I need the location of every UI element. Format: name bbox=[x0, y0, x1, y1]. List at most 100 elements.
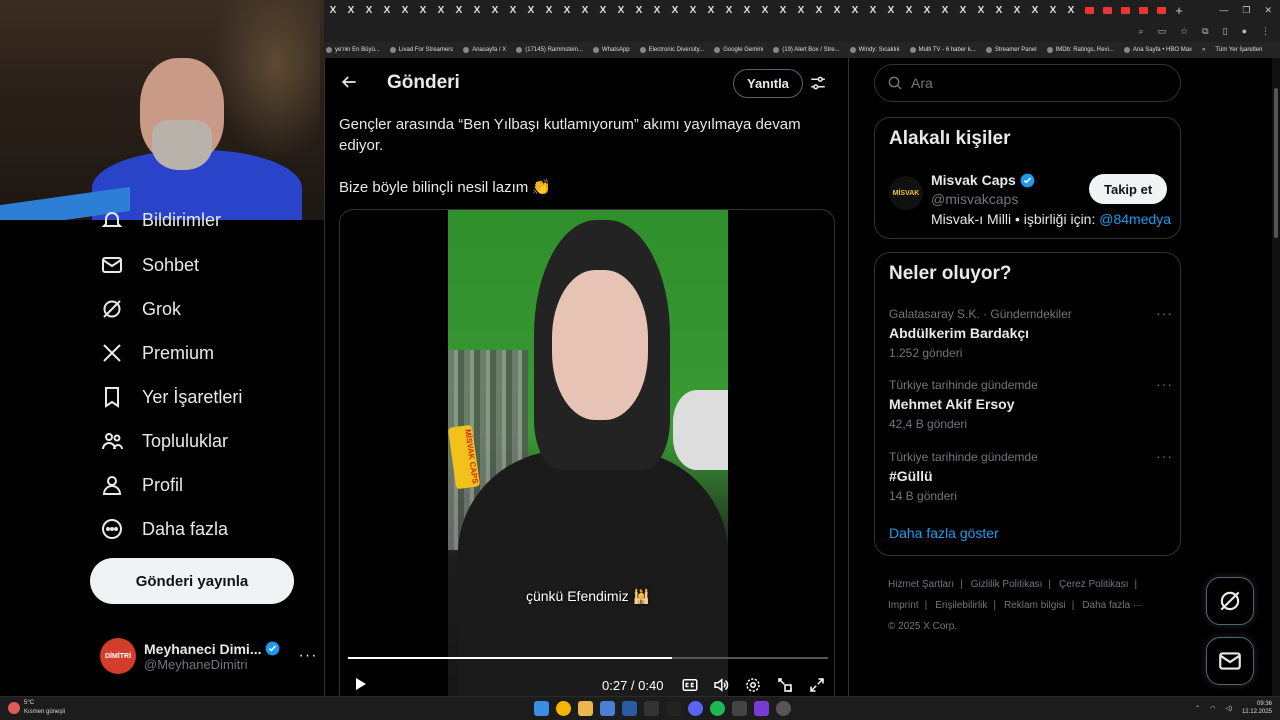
minimize-icon[interactable]: — bbox=[1219, 5, 1228, 16]
spotify-icon[interactable] bbox=[710, 701, 725, 716]
x-tab[interactable]: X bbox=[1026, 0, 1044, 20]
mail-app-icon[interactable] bbox=[600, 701, 615, 716]
bookmarks-overflow-button[interactable]: » bbox=[1202, 47, 1205, 53]
follow-button[interactable]: Takip et bbox=[1089, 174, 1168, 204]
x-tab[interactable]: X bbox=[1062, 0, 1080, 20]
bookmark-item[interactable]: Streamer Panel bbox=[985, 47, 1037, 53]
all-bookmarks-folder[interactable]: Tüm Yer İşaretleri bbox=[1215, 47, 1262, 53]
x-tab[interactable]: X bbox=[558, 0, 576, 20]
x-tab[interactable]: X bbox=[990, 0, 1008, 20]
zoom-icon[interactable]: ⌕ bbox=[1139, 26, 1144, 37]
bookmark-item[interactable]: IMDb: Ratings, Revi... bbox=[1046, 47, 1114, 53]
edge-icon[interactable] bbox=[622, 701, 637, 716]
chrome-icon[interactable] bbox=[556, 701, 571, 716]
x-tab[interactable]: X bbox=[324, 0, 342, 20]
youtube-tab[interactable] bbox=[1098, 0, 1116, 20]
reply-button[interactable]: Yanıtla bbox=[733, 69, 803, 98]
x-tab[interactable]: X bbox=[342, 0, 360, 20]
scrollbar-thumb[interactable] bbox=[1274, 88, 1278, 238]
trend-item[interactable]: Türkiye tarihinde gündemde Mehmet Akif E… bbox=[889, 376, 1172, 431]
x-tab[interactable]: X bbox=[450, 0, 468, 20]
avatar[interactable]: MİSVAK bbox=[889, 176, 923, 210]
more-options-icon[interactable]: ··· bbox=[298, 647, 317, 665]
nav-item-notifications[interactable]: Bildirimler bbox=[100, 208, 221, 232]
x-tab[interactable]: X bbox=[864, 0, 882, 20]
menu-icon[interactable]: ⋮ bbox=[1261, 26, 1270, 37]
x-tab[interactable]: X bbox=[612, 0, 630, 20]
play-icon[interactable] bbox=[352, 676, 368, 692]
maximize-icon[interactable]: ❐ bbox=[1242, 5, 1250, 16]
bookmark-item[interactable]: ye'nin En Büyü... bbox=[326, 47, 380, 53]
bookmark-item[interactable]: (19) Alert Box / Stre... bbox=[773, 47, 840, 53]
app-icon[interactable] bbox=[754, 701, 769, 716]
steam-icon[interactable] bbox=[644, 701, 659, 716]
x-tab[interactable]: X bbox=[756, 0, 774, 20]
youtube-tab[interactable] bbox=[1080, 0, 1098, 20]
x-tab[interactable]: X bbox=[576, 0, 594, 20]
bookmark-item[interactable]: Livad For Streamers bbox=[389, 47, 453, 53]
x-tab[interactable]: X bbox=[468, 0, 486, 20]
footer-link[interactable]: Gizlilik Politikası bbox=[971, 579, 1043, 590]
x-tab[interactable]: X bbox=[918, 0, 936, 20]
footer-link[interactable]: Imprint bbox=[888, 600, 919, 611]
x-tab[interactable]: X bbox=[702, 0, 720, 20]
footer-link[interactable]: Reklam bilgisi bbox=[1004, 600, 1066, 611]
x-tab[interactable]: X bbox=[396, 0, 414, 20]
x-tab[interactable]: X bbox=[414, 0, 432, 20]
footer-link[interactable]: Erişilebilirlik bbox=[935, 600, 987, 611]
x-tab[interactable]: X bbox=[792, 0, 810, 20]
star-icon[interactable]: ☆ bbox=[1180, 26, 1188, 37]
picture-in-picture-icon[interactable] bbox=[776, 676, 794, 694]
x-tab[interactable]: X bbox=[432, 0, 450, 20]
bookmark-item[interactable]: WhatsApp bbox=[592, 47, 630, 53]
x-tab[interactable]: X bbox=[522, 0, 540, 20]
back-arrow-icon[interactable] bbox=[339, 72, 359, 92]
x-tab[interactable]: X bbox=[504, 0, 522, 20]
search-box[interactable] bbox=[874, 64, 1181, 102]
x-tab[interactable]: X bbox=[1008, 0, 1026, 20]
bookmark-item[interactable]: Windy: Sıcaklık bbox=[849, 47, 900, 53]
x-tab[interactable]: X bbox=[846, 0, 864, 20]
footer-link[interactable]: Daha fazla ··· bbox=[1082, 600, 1143, 611]
nav-item-yer-i̇şaretleri[interactable]: Yer İşaretleri bbox=[100, 385, 242, 409]
x-tab[interactable]: X bbox=[720, 0, 738, 20]
page-scrollbar[interactable] bbox=[1272, 58, 1280, 696]
volume-tray-icon[interactable]: ◁) bbox=[1225, 705, 1232, 712]
youtube-tab[interactable] bbox=[1116, 0, 1134, 20]
footer-link[interactable]: Çerez Politikası bbox=[1059, 579, 1128, 590]
epic-icon[interactable] bbox=[666, 701, 681, 716]
x-tab[interactable]: X bbox=[630, 0, 648, 20]
folder-icon[interactable] bbox=[578, 701, 593, 716]
sidebar-icon[interactable]: ▯ bbox=[1223, 26, 1228, 37]
trend-item[interactable]: Galatasaray S.K. · Gündemdekiler Abdülke… bbox=[889, 305, 1172, 360]
captions-icon[interactable] bbox=[681, 676, 699, 694]
bookmark-item[interactable]: Electronic Diversity... bbox=[639, 47, 704, 53]
more-options-icon[interactable]: ··· bbox=[1156, 448, 1173, 464]
nav-item-sohbet[interactable]: Sohbet bbox=[100, 253, 199, 277]
more-options-icon[interactable]: ··· bbox=[1156, 376, 1173, 392]
x-tab[interactable]: X bbox=[972, 0, 990, 20]
x-tab[interactable]: X bbox=[1044, 0, 1062, 20]
footer-link[interactable]: Hizmet Şartları bbox=[888, 579, 954, 590]
volume-icon[interactable] bbox=[712, 676, 730, 694]
nav-item-premium[interactable]: Premium bbox=[100, 341, 214, 365]
app-icon[interactable] bbox=[732, 701, 747, 716]
x-tab[interactable]: X bbox=[360, 0, 378, 20]
filter-sliders-icon[interactable] bbox=[809, 74, 827, 92]
youtube-tab[interactable] bbox=[1152, 0, 1170, 20]
fullscreen-icon[interactable] bbox=[808, 676, 826, 694]
x-tab[interactable]: X bbox=[594, 0, 612, 20]
x-tab[interactable]: X bbox=[378, 0, 396, 20]
nav-item-grok[interactable]: Grok bbox=[100, 297, 181, 321]
discord-icon[interactable] bbox=[688, 701, 703, 716]
related-user-name[interactable]: Misvak Caps bbox=[931, 172, 1035, 188]
start-icon[interactable] bbox=[534, 701, 549, 716]
x-tab[interactable]: X bbox=[882, 0, 900, 20]
x-tab[interactable]: X bbox=[666, 0, 684, 20]
trend-item[interactable]: Türkiye tarihinde gündemde #Güllü 14 B g… bbox=[889, 448, 1172, 503]
account-switcher[interactable]: DİMİTRİ Meyhaneci Dimi... @MeyhaneDimitr… bbox=[100, 636, 320, 676]
x-tab[interactable]: X bbox=[738, 0, 756, 20]
nav-item-topluluklar[interactable]: Topluluklar bbox=[100, 429, 228, 453]
close-window-icon[interactable]: ✕ bbox=[1264, 5, 1272, 16]
bookmark-item[interactable]: Ana Sayfa • HBO Max bbox=[1123, 47, 1192, 53]
